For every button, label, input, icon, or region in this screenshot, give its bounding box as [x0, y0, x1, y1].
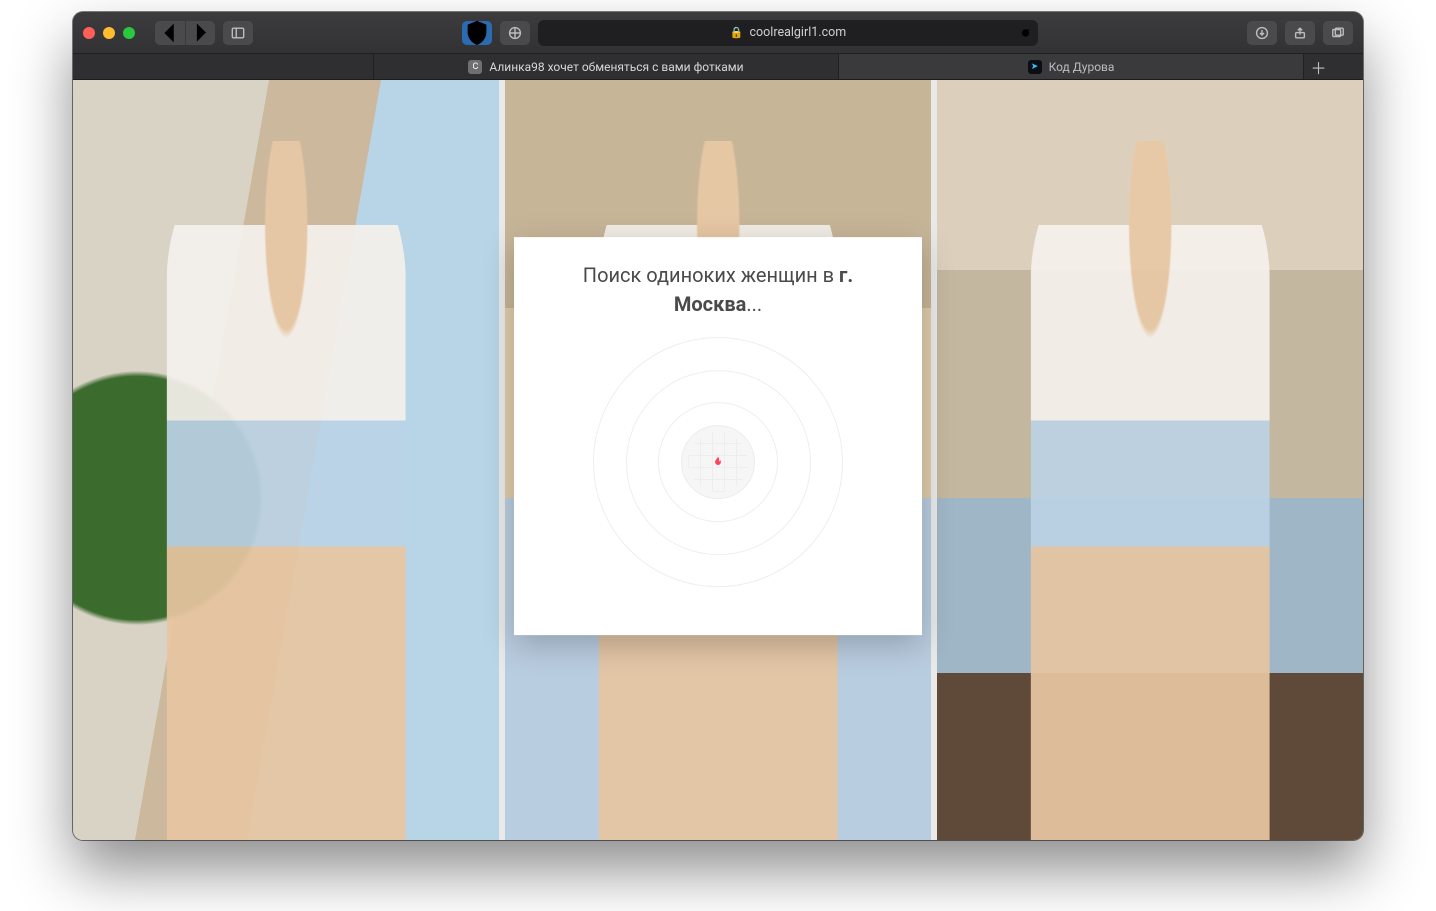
tab-favicon: ➤	[1028, 60, 1042, 74]
search-modal: Поиск одиноких женщин в г. Москва...	[514, 237, 922, 635]
minimize-window-button[interactable]	[103, 27, 115, 39]
tabs-overview-button[interactable]	[1323, 21, 1353, 45]
modal-heading: Поиск одиноких женщин в г. Москва...	[542, 261, 894, 319]
page-content: Поиск одиноких женщин в г. Москва...	[73, 80, 1363, 840]
flame-icon	[711, 453, 725, 471]
window-controls	[83, 27, 135, 39]
bg-photo-1	[73, 80, 499, 840]
reload-button[interactable]	[1019, 26, 1032, 39]
address-bar[interactable]: 🔒 coolrealgirl1.com	[538, 20, 1038, 46]
close-window-button[interactable]	[83, 27, 95, 39]
lock-icon: 🔒	[730, 26, 744, 39]
favorite-fav-analytics[interactable]: ▥	[141, 58, 159, 76]
titlebar: 🔒 coolrealgirl1.com	[73, 12, 1363, 54]
favorite-fav-sheets2[interactable]: ▦	[261, 58, 279, 76]
fullscreen-window-button[interactable]	[123, 27, 135, 39]
globe-icon	[681, 425, 755, 499]
new-tab-button[interactable]: ＋	[1303, 54, 1333, 79]
favorite-fav-hex[interactable]: ⬡	[291, 58, 309, 76]
nav-buttons	[155, 21, 215, 45]
tab-title: Алинка98 хочет обменяться с вами фотками	[489, 60, 743, 74]
toolbar-center: 🔒 coolrealgirl1.com	[462, 20, 1038, 46]
tab-title: Код Дурова	[1049, 60, 1115, 74]
address-url: coolrealgirl1.com	[749, 25, 846, 40]
favorite-fav-azure[interactable]: ➤	[81, 58, 99, 76]
back-button[interactable]	[155, 21, 185, 45]
favorite-fav-sheets1[interactable]: ▦	[231, 58, 249, 76]
modal-heading-suffix: ...	[746, 292, 762, 316]
right-toolbar	[1247, 21, 1353, 45]
sidebar-toggle-button[interactable]	[223, 21, 253, 45]
tracking-shield-button[interactable]	[462, 21, 492, 45]
forward-button[interactable]	[185, 21, 215, 45]
safari-window: 🔒 coolrealgirl1.com ➤ G ▥ ✉ ⚡ ▦ ▦ ⬡ ◪	[73, 12, 1363, 840]
favorite-fav-g[interactable]: G	[111, 58, 129, 76]
favorite-fav-gmail[interactable]: ✉	[171, 58, 189, 76]
share-button[interactable]	[1285, 21, 1315, 45]
bg-photo-3	[937, 80, 1363, 840]
tab-active[interactable]: C Алинка98 хочет обменяться с вами фотка…	[373, 54, 838, 79]
favorite-fav-blue[interactable]: ◪	[321, 58, 339, 76]
favorite-fav-bolt[interactable]: ⚡	[201, 58, 219, 76]
tab-inactive[interactable]: ➤ Код Дурова	[838, 54, 1303, 79]
downloads-button[interactable]	[1247, 21, 1277, 45]
privacy-report-button[interactable]	[500, 21, 530, 45]
tab-favicon: C	[468, 60, 482, 74]
radar-graphic	[593, 337, 843, 587]
modal-heading-prefix: Поиск одиноких женщин в	[583, 263, 839, 287]
